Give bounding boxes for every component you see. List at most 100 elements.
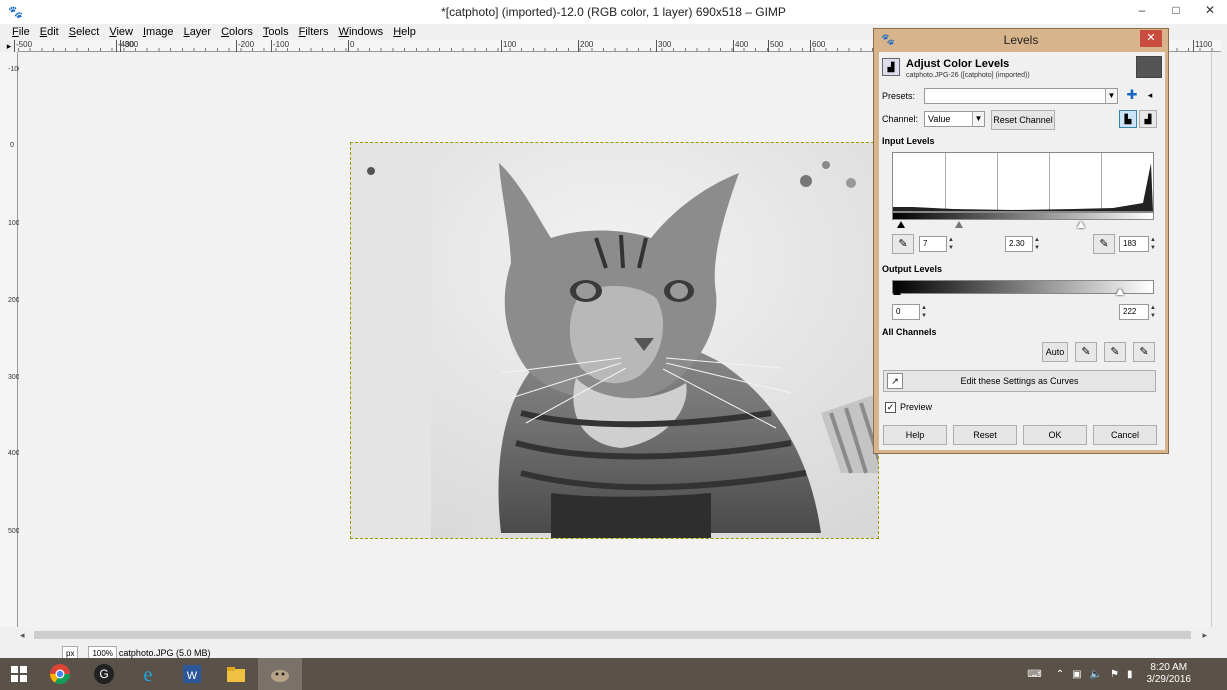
window-titlebar: 🐾 *[catphoto] (imported)-12.0 (RGB color… [0,0,1227,24]
reset-button[interactable]: Reset [953,425,1017,445]
presets-combo[interactable]: ▼ [924,88,1118,104]
log-histogram-icon[interactable]: ▟ [1139,110,1157,128]
input-high-spin[interactable]: 183 ▲ ▼ [1119,236,1156,252]
grammarly-icon[interactable]: G [82,658,126,690]
ruler-tick: -200 [236,40,254,52]
dialog-titlebar[interactable]: 🐾 Levels ✕ [874,29,1168,52]
cancel-button[interactable]: Cancel [1093,425,1157,445]
battery-icon[interactable]: ▮ [1127,669,1133,680]
input-gamma-spin[interactable]: 2.30 ▲ ▼ [1005,236,1040,252]
scroll-left-icon[interactable]: ◂ [20,628,25,642]
maximize-button[interactable]: □ [1159,0,1193,20]
levels-dialog: 🐾 Levels ✕ ▟ Adjust Color Levels catphot… [873,28,1169,454]
ruler-tick: 600 [810,40,825,52]
chevron-down-icon: ▼ [1105,89,1117,103]
output-high-handle[interactable] [1116,288,1124,295]
spin-arrows-icon[interactable]: ▲ ▼ [947,236,955,252]
output-high-spin[interactable]: 222 ▲ ▼ [1119,304,1156,320]
ruler-tick: 500 [8,528,20,535]
menu-view[interactable]: View [109,24,133,40]
add-preset-icon[interactable]: ✚ [1123,87,1141,105]
preset-menu-icon[interactable]: ◂ [1141,87,1159,105]
svg-text:W: W [187,670,198,682]
black-picker-icon[interactable]: ✎ [892,234,914,254]
image-thumbnail [1136,56,1162,78]
input-gamma-handle[interactable] [955,221,963,228]
menu-file[interactable]: File [12,24,30,40]
white-picker-icon[interactable]: ✎ [1093,234,1115,254]
linear-histogram-icon[interactable]: ▙ [1119,110,1137,128]
menu-image[interactable]: Image [143,24,174,40]
ruler-tick: -300 [120,40,138,52]
internet-explorer-icon[interactable]: e [126,658,170,690]
menu-windows[interactable]: Windows [339,24,384,40]
spin-arrows-icon[interactable]: ▲ ▼ [1149,304,1157,320]
dialog-body: ▟ Adjust Color Levels catphoto.JPG-26 ([… [879,52,1165,450]
minimize-button[interactable]: – [1125,0,1159,20]
close-button[interactable]: ✕ [1193,0,1227,20]
menu-layer[interactable]: Layer [184,24,212,40]
horizontal-scrollbar[interactable]: ◂ ▸ [18,628,1211,642]
start-button[interactable] [0,658,38,690]
ruler-tick: 200 [8,297,20,304]
dialog-header-subtitle: catphoto.JPG-26 ([catphoto] (imported)) [906,72,1030,79]
ruler-tick: 200 [578,40,593,52]
arrow-up-icon[interactable]: ⌃ [1056,669,1064,680]
clock-time: 8:20 AM [1150,662,1188,673]
clock[interactable]: 8:20 AM 3/29/2016 [1147,662,1192,686]
spin-arrows-icon[interactable]: ▲ ▼ [1033,236,1041,252]
pick-black-point-icon[interactable]: ✎ [1075,342,1097,362]
volume-icon[interactable]: 🔈 [1090,669,1102,680]
pick-gray-point-icon[interactable]: ✎ [1104,342,1126,362]
svg-text:G: G [99,667,108,681]
word-icon[interactable]: W [170,658,214,690]
window-title: *[catphoto] (imported)-12.0 (RGB color, … [441,5,786,19]
svg-text:e: e [144,664,153,685]
ruler-tick: 0 [348,40,354,52]
input-low-handle[interactable] [897,221,905,228]
ok-button[interactable]: OK [1023,425,1087,445]
vertical-scrollbar[interactable] [1211,52,1227,627]
network-icon[interactable]: ▣ [1072,669,1081,680]
input-high-handle[interactable] [1077,221,1085,228]
menu-colors[interactable]: Colors [221,24,253,40]
chrome-icon[interactable] [38,658,82,690]
output-gradient [892,280,1154,294]
auto-button[interactable]: Auto [1042,342,1068,362]
preview-checkbox[interactable]: ✓ [885,402,896,413]
menu-help[interactable]: Help [393,24,416,40]
output-low-spin[interactable]: 0 ▲ ▼ [892,304,927,320]
spin-arrows-icon[interactable]: ▲ ▼ [920,304,928,320]
menu-filters[interactable]: Filters [299,24,329,40]
ruler-tick: 300 [8,374,20,381]
cat-photo-icon [351,143,878,538]
output-low-handle[interactable] [893,288,901,295]
menu-tools[interactable]: Tools [263,24,289,40]
ruler-tick: 100 [501,40,516,52]
window-controls: – □ ✕ [1125,0,1227,20]
spin-arrows-icon[interactable]: ▲ ▼ [1149,236,1157,252]
dialog-title: Levels [1003,33,1039,47]
input-low-spin[interactable]: 7 ▲ ▼ [919,236,954,252]
gimp-taskbar-icon[interactable] [258,658,302,690]
ruler-tick: 0 [10,142,14,149]
file-explorer-icon[interactable] [214,658,258,690]
help-button[interactable]: Help [883,425,947,445]
taskbar: G e W ⌨ ⌃ ▣ 🔈 ⚑ ▮ 8:20 AM 3/29/2016 [0,658,1227,690]
edit-as-curves-button[interactable]: ↗ Edit these Settings as Curves [883,370,1156,392]
dialog-close-button[interactable]: ✕ [1140,30,1162,47]
menu-edit[interactable]: Edit [40,24,59,40]
keyboard-icon[interactable]: ⌨ [1027,669,1041,680]
cat-image[interactable] [350,142,879,539]
flag-icon[interactable]: ⚑ [1110,669,1119,680]
menu-select[interactable]: Select [69,24,100,40]
channel-combo[interactable]: Value ▼ [924,111,985,127]
reset-channel-button[interactable]: Reset Channel [991,110,1055,130]
file-info: catphoto.JPG (5.0 MB) [118,648,211,658]
scroll-right-icon[interactable]: ▸ [1202,628,1207,642]
ruler-tick: 400 [733,40,748,52]
windows-icon [11,666,27,682]
scroll-thumb[interactable] [34,631,1191,639]
preview-label: Preview [900,402,933,412]
pick-white-point-icon[interactable]: ✎ [1133,342,1155,362]
